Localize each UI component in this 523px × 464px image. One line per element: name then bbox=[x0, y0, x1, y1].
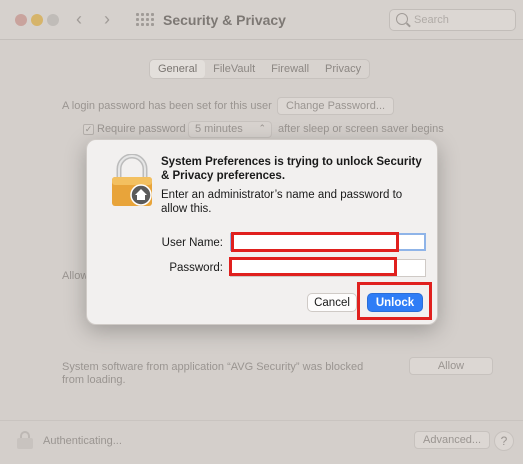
tab-firewall[interactable]: Firewall bbox=[263, 60, 317, 78]
lock-icon[interactable] bbox=[17, 431, 33, 449]
tab-general[interactable]: General bbox=[150, 60, 206, 78]
chevron-updown-icon: ⌃ bbox=[258, 123, 266, 133]
allow-apps-text: Allow bbox=[62, 270, 89, 282]
search-placeholder: Search bbox=[414, 14, 449, 26]
back-arrow-icon[interactable]: ‹ bbox=[76, 9, 82, 30]
allow-button[interactable]: Allow bbox=[409, 357, 493, 375]
search-icon bbox=[396, 13, 408, 25]
title-bar: ‹ › Security & Privacy Search bbox=[0, 0, 523, 40]
password-label: Password: bbox=[169, 262, 223, 274]
require-password-select[interactable]: 5 minutes ⌃ bbox=[188, 121, 272, 138]
unlock-dialog: System Preferences is trying to unlock S… bbox=[86, 139, 438, 325]
search-field[interactable]: Search bbox=[389, 9, 516, 31]
require-password-label: Require password bbox=[97, 123, 186, 135]
tab-bar: General FileVault Firewall Privacy bbox=[149, 59, 371, 79]
login-password-text: A login password has been set for this u… bbox=[62, 100, 272, 112]
help-button[interactable]: ? bbox=[494, 431, 514, 451]
tab-privacy[interactable]: Privacy bbox=[317, 60, 369, 78]
minimize-window-button[interactable] bbox=[31, 14, 43, 26]
window-title: Security & Privacy bbox=[163, 12, 286, 28]
show-all-grid-icon[interactable] bbox=[136, 13, 154, 27]
authenticating-text: Authenticating... bbox=[43, 435, 122, 447]
advanced-button[interactable]: Advanced... bbox=[414, 431, 491, 449]
username-field[interactable] bbox=[230, 233, 426, 251]
unlock-button[interactable]: Unlock bbox=[367, 293, 423, 312]
cancel-button[interactable]: Cancel bbox=[307, 293, 357, 312]
blocked-text-line2: from loading. bbox=[62, 374, 126, 386]
dialog-title: System Preferences is trying to unlock S… bbox=[161, 156, 422, 182]
close-window-button[interactable] bbox=[15, 14, 27, 26]
dialog-message: Enter an administrator’s name and passwo… bbox=[161, 189, 403, 215]
blocked-text-line1: System software from application “AVG Se… bbox=[62, 361, 364, 373]
forward-arrow-icon[interactable]: › bbox=[104, 9, 110, 30]
username-label: User Name: bbox=[161, 237, 223, 249]
padlock-icon bbox=[112, 154, 152, 206]
change-password-button[interactable]: Change Password... bbox=[277, 97, 395, 115]
require-password-value: 5 minutes bbox=[195, 123, 243, 135]
password-field[interactable] bbox=[230, 259, 426, 277]
zoom-window-button[interactable] bbox=[47, 14, 59, 26]
tab-filevault[interactable]: FileVault bbox=[205, 60, 263, 78]
after-sleep-text: after sleep or screen saver begins bbox=[278, 123, 444, 135]
require-password-checkbox[interactable]: ✓ bbox=[83, 124, 94, 135]
